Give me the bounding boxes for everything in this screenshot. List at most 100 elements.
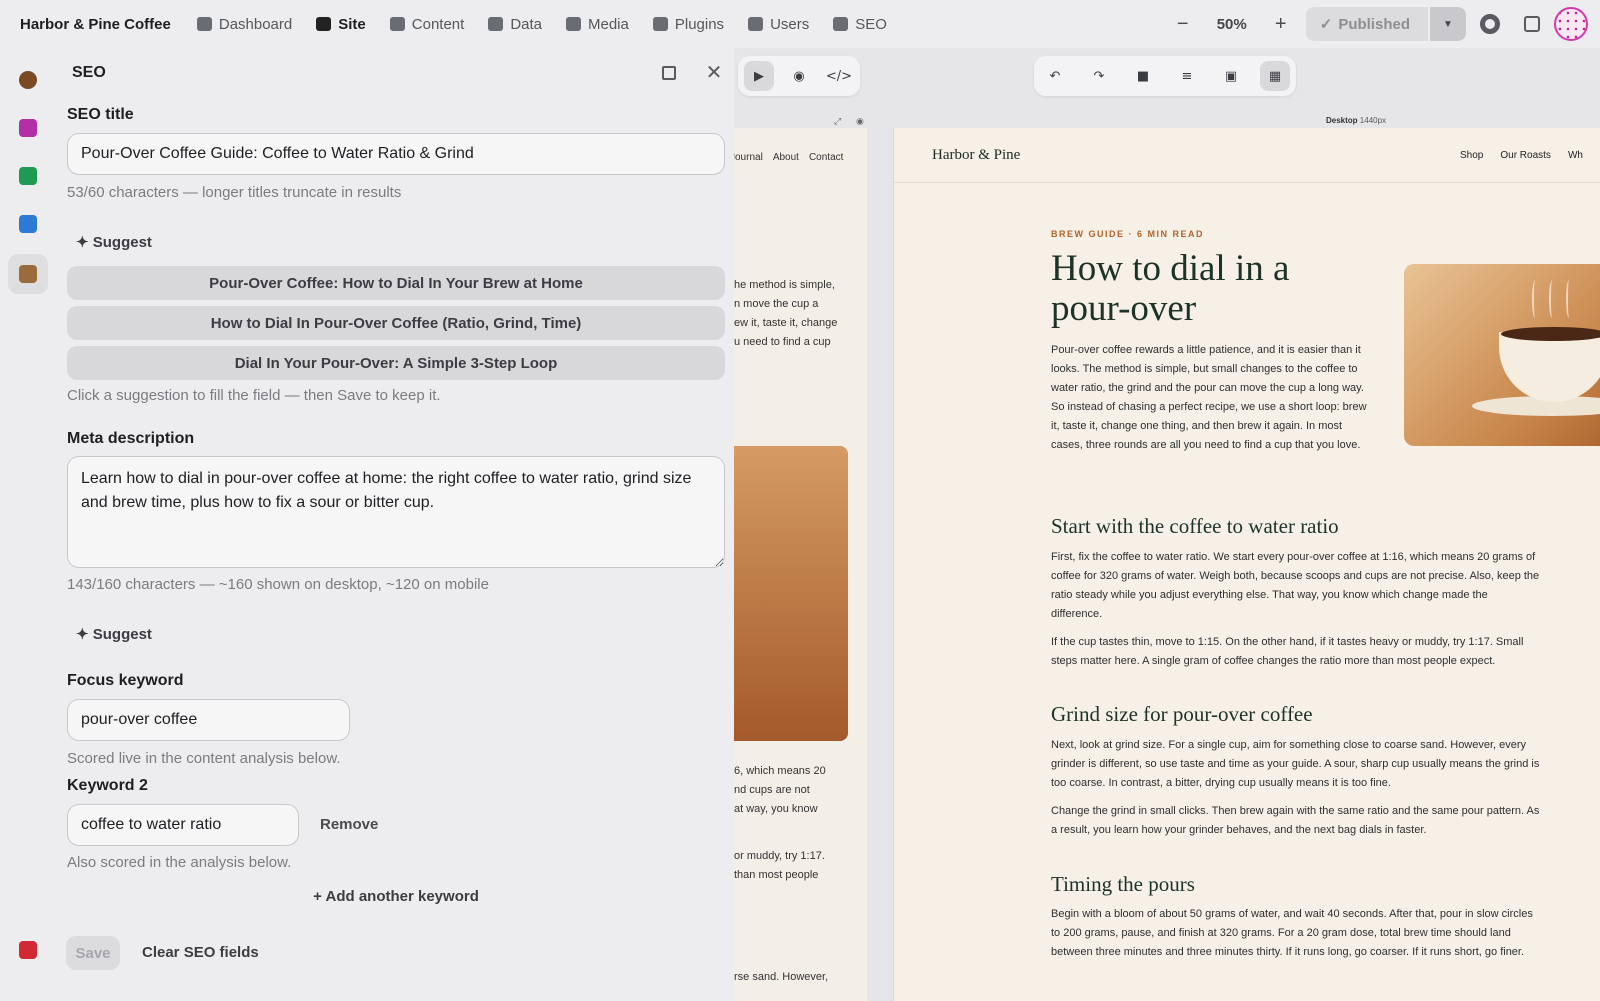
mini-nav-item[interactable]: Journal xyxy=(734,152,763,163)
remove-keyword-button[interactable]: Remove xyxy=(320,816,378,833)
seo-title-label: SEO title xyxy=(67,106,134,123)
nav-label: Media xyxy=(588,15,629,33)
close-icon[interactable]: ✕ xyxy=(700,58,728,86)
focus-keyword-label: Focus keyword xyxy=(67,672,184,689)
gear-icon xyxy=(1480,14,1500,34)
add-keyword-button[interactable]: + Add another keyword xyxy=(67,888,725,905)
nav-site[interactable]: Site xyxy=(304,0,378,48)
lines-icon: ≡ xyxy=(1181,68,1193,84)
hero-image[interactable] xyxy=(1404,264,1600,446)
chevron-down-icon: ▼ xyxy=(1443,18,1453,30)
select-tool[interactable]: ▶ xyxy=(744,61,774,91)
nav-content[interactable]: Content xyxy=(378,0,477,48)
square-icon: ■ xyxy=(1136,68,1150,84)
section-heading-ratio[interactable]: Start with the coffee to water ratio xyxy=(1051,514,1339,539)
title-suggestion-1[interactable]: Pour-Over Coffee: How to Dial In Your Br… xyxy=(67,266,725,300)
zoom-in-button[interactable]: + xyxy=(1266,9,1296,39)
section-heading-grind[interactable]: Grind size for pour-over coffee xyxy=(1051,702,1313,727)
rail-layers-button[interactable] xyxy=(8,60,48,100)
text-button[interactable]: ≡ xyxy=(1172,61,1202,91)
desktop-frame[interactable]: Harbor & Pine Shop Our Roasts Wh BREW GU… xyxy=(893,128,1600,1001)
site-nav-item[interactable]: Our Roasts xyxy=(1500,150,1551,161)
cube-icon xyxy=(19,215,37,233)
site-nav-item[interactable]: Wh xyxy=(1568,150,1583,161)
lock-icon xyxy=(19,167,37,185)
code-icon: </> xyxy=(825,68,853,84)
mini-text-line: or muddy, try 1:17. xyxy=(734,850,825,862)
rail-ai-button[interactable] xyxy=(8,930,48,970)
block-button[interactable]: ■ xyxy=(1128,61,1158,91)
section-paragraph[interactable]: Change the grind in small clicks. Then b… xyxy=(1051,802,1541,840)
media-icon xyxy=(566,17,581,31)
focus-keyword-input[interactable] xyxy=(67,699,350,741)
open-site-button[interactable] xyxy=(1514,6,1550,42)
meta-description-label: Meta description xyxy=(67,430,195,447)
nav-data[interactable]: Data xyxy=(476,0,554,48)
zoom-out-button[interactable]: − xyxy=(1168,9,1198,39)
grid-plus-icon: ▦ xyxy=(1268,68,1282,84)
plugins-icon xyxy=(652,17,668,31)
nav-plugins[interactable]: Plugins xyxy=(641,0,736,48)
keyword-2-label: Keyword 2 xyxy=(67,777,148,794)
zoom-level[interactable]: 50% xyxy=(1212,16,1252,33)
nav-users[interactable]: Users xyxy=(736,0,821,48)
article-intro[interactable]: Pour-over coffee rewards a little patien… xyxy=(1051,341,1376,455)
panel-title: SEO xyxy=(72,64,106,81)
tablet-frame[interactable]: Journal About Contact he method is simpl… xyxy=(734,128,867,1001)
save-button[interactable]: Save xyxy=(66,936,120,970)
nav-dashboard[interactable]: Dashboard xyxy=(185,0,304,48)
section-paragraph[interactable]: First, fix the coffee to water ratio. We… xyxy=(1051,548,1541,624)
nav-label: Dashboard xyxy=(218,15,293,33)
app-brand[interactable]: Harbor & Pine Coffee xyxy=(20,16,171,33)
frame-eye-icon[interactable]: ◉ xyxy=(856,116,864,127)
suggest-meta-button[interactable]: ✦ Suggest xyxy=(76,625,152,643)
site-icon xyxy=(316,17,332,31)
seo-icon xyxy=(833,17,849,31)
mini-nav-item[interactable]: About xyxy=(773,152,799,163)
undo-icon: ↶ xyxy=(1049,68,1061,84)
styles-icon xyxy=(19,119,37,137)
seo-title-input[interactable] xyxy=(67,133,725,175)
title-suggestion-2[interactable]: How to Dial In Pour-Over Coffee (Ratio, … xyxy=(67,306,725,340)
nav-media[interactable]: Media xyxy=(554,0,641,48)
rail-seo-button[interactable] xyxy=(8,254,48,294)
nav-seo[interactable]: SEO xyxy=(821,0,899,48)
redo-button[interactable]: ↷ xyxy=(1084,61,1114,91)
title-suggestion-3[interactable]: Dial In Your Pour-Over: A Simple 3-Step … xyxy=(67,346,725,380)
mini-nav-item[interactable]: Contact xyxy=(809,152,843,163)
external-link-icon xyxy=(1524,16,1540,32)
preview-tool[interactable]: ◉ xyxy=(784,61,814,91)
keyword-2-input[interactable] xyxy=(67,804,299,846)
publish-button[interactable]: ✓ Published xyxy=(1305,7,1428,41)
expand-icon[interactable]: ⤢ xyxy=(834,116,841,127)
site-logo[interactable]: Harbor & Pine xyxy=(932,147,1020,164)
rail-styles-button[interactable] xyxy=(8,108,48,148)
design-canvas[interactable]: ▶ ◉ </> ↶ ↷ ■ ≡ ▣ ▦ ⤢ ◉ Desktop 1440px J… xyxy=(734,48,1600,1001)
avatar[interactable] xyxy=(1554,7,1588,41)
image-button[interactable]: ▣ xyxy=(1216,61,1246,91)
article-title[interactable]: How to dial in a pour-over xyxy=(1051,249,1371,329)
frame-name: Desktop xyxy=(1326,116,1358,125)
section-paragraph[interactable]: Begin with a bloom of about 50 grams of … xyxy=(1051,905,1541,962)
site-nav-item[interactable]: Shop xyxy=(1460,150,1483,161)
suggest-title-button[interactable]: ✦ Suggest xyxy=(76,233,152,251)
left-rail xyxy=(0,48,56,1001)
mini-hero-image[interactable] xyxy=(734,446,848,741)
settings-button[interactable] xyxy=(1472,6,1508,42)
section-paragraph[interactable]: If the cup tastes thin, move to 1:15. On… xyxy=(1051,633,1541,671)
users-icon xyxy=(748,17,764,31)
site-header: Harbor & Pine Shop Our Roasts Wh xyxy=(894,128,1600,183)
code-tool[interactable]: </> xyxy=(824,61,854,91)
section-heading-timing[interactable]: Timing the pours xyxy=(1051,872,1195,897)
popout-icon[interactable] xyxy=(662,66,676,80)
add-block-button[interactable]: ▦ xyxy=(1260,61,1290,91)
meta-description-textarea[interactable]: Learn how to dial in pour-over coffee at… xyxy=(67,456,725,568)
publish-options-button[interactable]: ▼ xyxy=(1430,7,1466,41)
content-icon xyxy=(389,17,405,31)
check-icon: ✓ xyxy=(1319,16,1333,33)
undo-button[interactable]: ↶ xyxy=(1040,61,1070,91)
section-paragraph[interactable]: Next, look at grind size. For a single c… xyxy=(1051,736,1541,793)
rail-lock-button[interactable] xyxy=(8,156,48,196)
clear-seo-button[interactable]: Clear SEO fields xyxy=(142,944,259,961)
rail-components-button[interactable] xyxy=(8,204,48,244)
